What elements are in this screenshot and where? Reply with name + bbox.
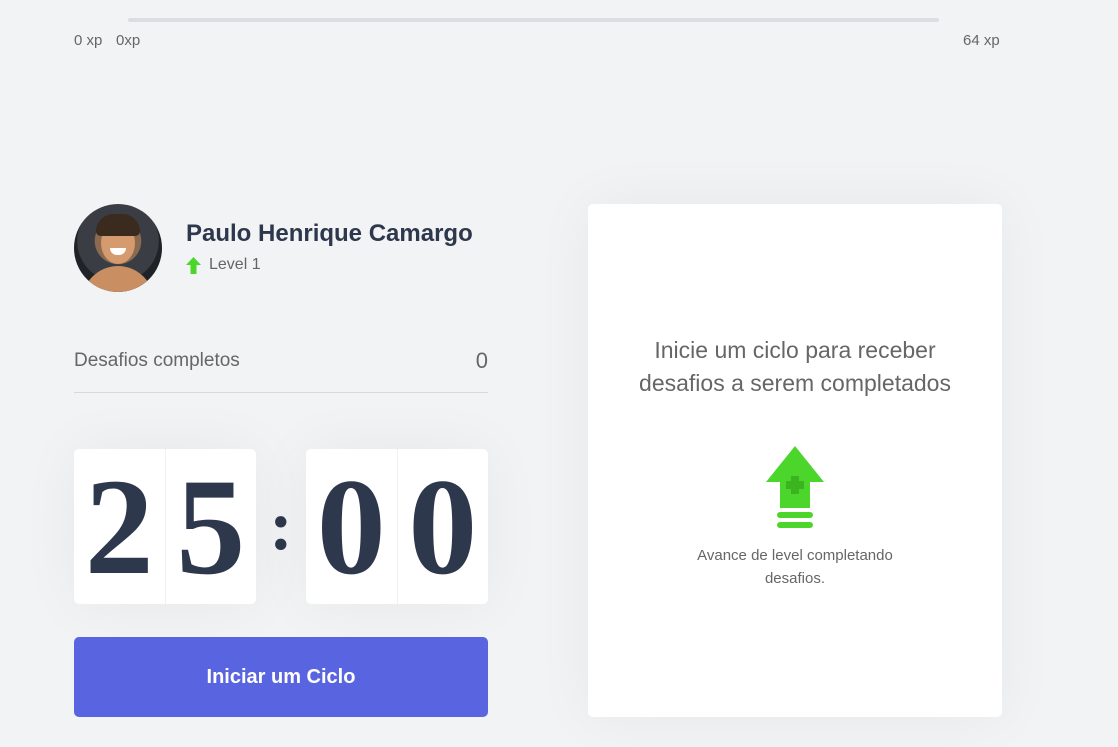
xp-max-label: 64 xp — [963, 32, 1000, 49]
profile-name: Paulo Henrique Camargo — [186, 220, 473, 247]
countdown-minutes: 2 5 — [74, 449, 256, 604]
avatar — [74, 204, 162, 292]
completed-challenges-label: Desafios completos — [74, 350, 240, 371]
completed-challenges-count: 0 — [475, 348, 488, 373]
challenge-box-title: Inicie um ciclo para receber desafios a … — [639, 337, 951, 396]
countdown-seconds: 0 0 — [306, 449, 488, 604]
countdown-minute-tens: 2 — [74, 449, 166, 604]
xp-progress-bar — [128, 18, 939, 22]
countdown-second-tens: 0 — [306, 449, 398, 604]
challenge-box-hint: Avance de level completando desafios. — [697, 547, 893, 587]
level-label: Level 1 — [209, 256, 261, 273]
challenge-box: Inicie um ciclo para receber desafios a … — [588, 204, 1002, 717]
xp-current-label: 0xp — [116, 32, 141, 49]
level-up-arrow-icon — [186, 256, 201, 274]
start-cycle-button[interactable]: Iniciar um Ciclo — [74, 637, 488, 717]
level-up-icon — [766, 446, 824, 528]
countdown-separator: : — [269, 487, 293, 565]
profile-level: Level 1 — [186, 256, 261, 274]
countdown-minute-ones: 5 — [176, 449, 246, 603]
countdown-second-ones: 0 — [408, 449, 478, 603]
xp-min-label: 0 xp — [74, 32, 103, 49]
completed-challenges: Desafios completos 0 — [74, 340, 488, 393]
